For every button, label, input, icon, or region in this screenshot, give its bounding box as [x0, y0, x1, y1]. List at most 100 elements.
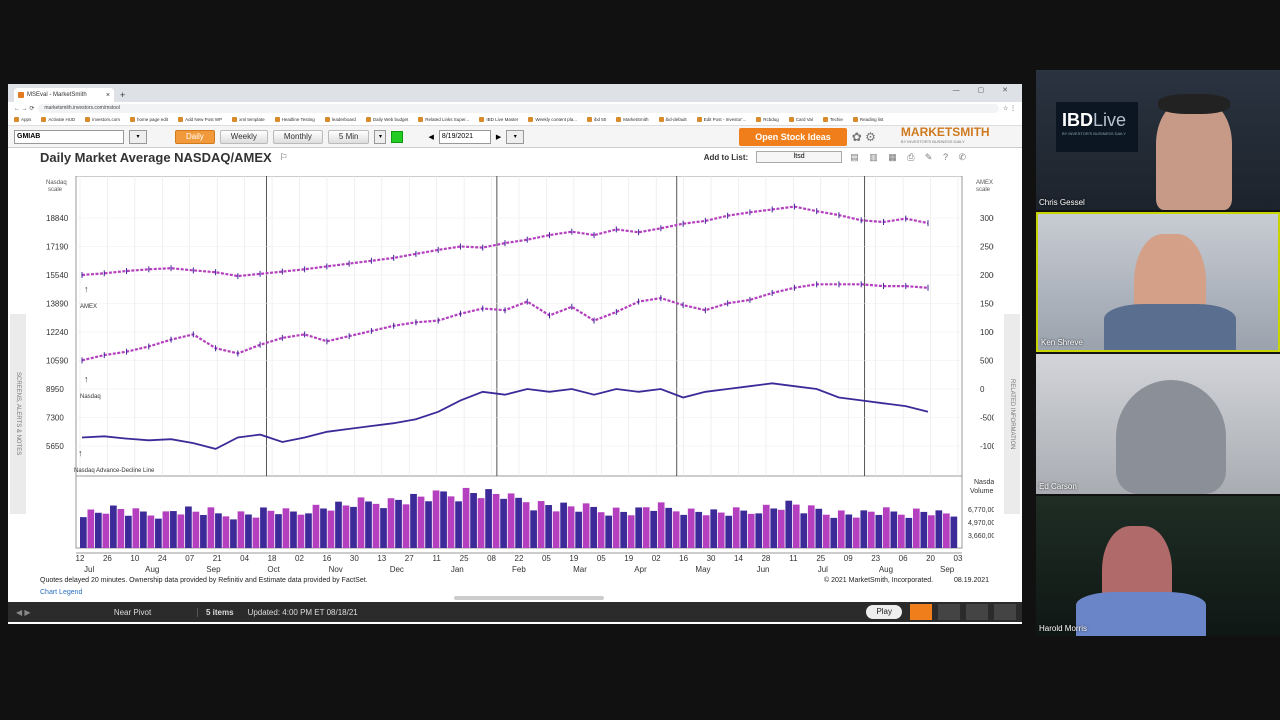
bookmark-item[interactable]: Reading list — [853, 117, 884, 122]
period-weekly-button[interactable]: Weekly — [219, 129, 268, 144]
month-label: Sep — [940, 565, 955, 574]
volume-bar — [710, 509, 718, 548]
volume-bar — [432, 490, 440, 548]
layout-split-icon[interactable] — [938, 604, 960, 620]
bookmark-item[interactable]: ibd 50 — [587, 117, 606, 122]
date-tick-label: 18 — [268, 554, 277, 563]
chart-legend-link[interactable]: Chart Legend — [40, 589, 83, 596]
settings-gear-icon[interactable]: ✿ ⚙ — [852, 130, 876, 144]
symbol-dropdown-button[interactable]: ▾ — [129, 129, 147, 144]
bookmark-item[interactable]: Edit Post - Investor'... — [697, 117, 747, 122]
bookmark-item[interactable]: xml template — [232, 117, 265, 122]
period-daily-button[interactable]: Daily — [175, 129, 215, 144]
bookmark-item[interactable]: Add New Post WP — [178, 117, 222, 122]
list-nav-icons[interactable]: ◀ ▶ — [8, 608, 68, 617]
bookmark-item[interactable]: Daily Web budget — [366, 117, 408, 122]
bookmark-item[interactable]: leaderboard — [325, 117, 356, 122]
volume-bar — [200, 514, 207, 548]
volume-bar — [320, 508, 327, 548]
volume-bar — [950, 516, 958, 548]
right-tick-label: 1500 — [980, 300, 994, 309]
date-next-icon[interactable]: ▶ — [496, 133, 501, 141]
participant-name: Ed Carson — [1039, 482, 1077, 491]
volume-bar — [927, 515, 935, 548]
layout-icon[interactable] — [910, 604, 932, 620]
bookmark-item[interactable]: Weekly content pla... — [528, 117, 577, 122]
participant-name: Ken Shreve — [1041, 338, 1083, 347]
volume-bar — [417, 496, 425, 548]
tab-title: MSEval - MarketSmith — [27, 92, 87, 98]
tools-icon[interactable] — [994, 604, 1016, 620]
volume-bar — [530, 510, 537, 548]
bookmark-item[interactable]: Card Val — [789, 117, 813, 122]
horizontal-scrollbar[interactable] — [454, 596, 604, 600]
volume-bar — [665, 507, 673, 548]
date-dropdown-button[interactable]: ▾ — [506, 129, 525, 144]
volume-bar — [935, 510, 943, 548]
screens-alerts-notes-tab[interactable]: SCREENS, ALERTS & NOTES — [10, 314, 26, 514]
volume-bar — [162, 511, 170, 548]
chart-title-bar: Daily Market Average NASDAQ/AMEX ⚐ Add t… — [8, 148, 1022, 166]
volume-bar — [365, 501, 372, 548]
date-tick-label: 25 — [460, 554, 469, 563]
volume-bar — [447, 496, 455, 548]
address-icons[interactable]: ☆ ⋮ — [1003, 105, 1016, 112]
browser-tab[interactable]: MSEval - MarketSmith × — [14, 88, 114, 102]
open-stock-ideas-button[interactable]: Open Stock Ideas — [739, 127, 847, 146]
window-controls[interactable]: — ▢ ✕ — [953, 86, 1016, 94]
window-icon[interactable] — [966, 604, 988, 620]
play-button[interactable]: Play — [866, 605, 902, 619]
period-monthly-button[interactable]: Monthly — [272, 129, 323, 144]
volume-bar — [612, 507, 620, 548]
period-dropdown-button[interactable]: ▾ — [374, 129, 387, 144]
chart-tool-icons[interactable]: ▤ ▥ ▦ ⎙ ✎ ? ✆ — [850, 152, 970, 163]
volume-tick-label: 3,660,000,000 — [968, 533, 994, 540]
volume-bar — [912, 508, 920, 548]
items-count[interactable]: 5 items — [198, 608, 242, 617]
volume-bar — [207, 507, 215, 548]
bookmark-item[interactable]: Headline Testing — [275, 117, 315, 122]
date-tick-label: 05 — [597, 554, 606, 563]
market-chart[interactable]: 12 26 10 24 07 21 04 18 02 16 30 13 27 11 25 08 22 05 19 05… — [40, 176, 994, 606]
bookmark-item[interactable]: IBD Live Master — [479, 117, 518, 122]
period-5min-button[interactable]: 5 Min — [327, 129, 370, 144]
volume-bar — [110, 505, 117, 548]
marketsmith-logo: MARKETSMITH BY INVESTOR'S BUSINESS DAILY — [901, 126, 990, 147]
bookmark-item[interactable]: MarketSmith — [616, 117, 648, 122]
volume-bar — [762, 504, 770, 548]
bookmark-item[interactable]: Techie — [823, 117, 843, 122]
date-tick-label: 30 — [707, 554, 716, 563]
volume-bar — [192, 511, 200, 548]
date-prev-icon[interactable]: ◀ — [428, 133, 433, 141]
close-tab-icon[interactable]: × — [106, 92, 110, 99]
volume-bar — [815, 508, 823, 548]
nav-icons[interactable]: ← → ⟳ — [14, 105, 34, 112]
date-tick-label: 19 — [624, 554, 633, 563]
bookmark-item[interactable]: home page edit — [130, 117, 168, 122]
bookmark-item[interactable]: Apps — [14, 117, 31, 122]
volume-bar — [560, 502, 567, 548]
bookmark-item[interactable]: ibd-default — [659, 117, 687, 122]
bookmark-item[interactable]: Related Links Super... — [418, 117, 469, 122]
url-field[interactable]: marketsmith.investors.com/mstool — [38, 103, 999, 113]
new-tab-button[interactable]: + — [120, 90, 125, 102]
flag-icon[interactable]: ⚐ — [280, 152, 288, 163]
volume-bar — [785, 500, 793, 548]
month-label: Jul — [818, 565, 828, 574]
bookmark-item[interactable]: investors.com — [85, 117, 120, 122]
volume-bar — [237, 511, 245, 548]
volume-bar — [807, 505, 815, 548]
date-input[interactable]: 8/19/2021 — [438, 129, 491, 144]
bookmark-item[interactable]: Rcbdug — [756, 117, 779, 122]
list-select[interactable]: ltsd — [756, 151, 843, 163]
related-information-tab[interactable]: RELATED INFORMATION — [1004, 314, 1020, 514]
right-tick-label: 2000 — [980, 271, 994, 280]
volume-bar — [642, 507, 650, 548]
near-pivot-label[interactable]: Near Pivot — [68, 607, 198, 617]
bookmark-item[interactable]: Activate HUD — [41, 117, 75, 122]
annotation-label: Nasdaq Advance-Decline Line — [74, 468, 155, 474]
symbol-input[interactable]: GMIAB — [14, 129, 124, 144]
right-tick-label: 1000 — [980, 328, 994, 337]
month-label: Jun — [757, 565, 770, 574]
video-tile-1: IBDLive BY INVESTOR'S BUSINESS DAILY Chr… — [1036, 70, 1280, 210]
